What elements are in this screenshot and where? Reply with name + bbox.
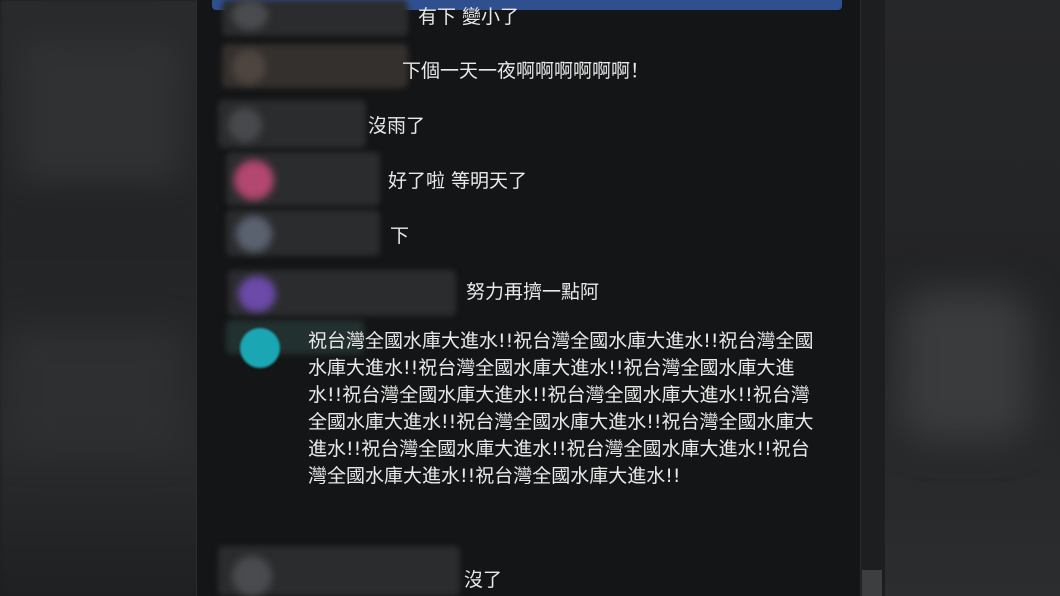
avatar[interactable] — [240, 328, 280, 368]
background-blur — [900, 290, 1030, 440]
chat-message: 好了啦 等明天了 — [388, 170, 528, 192]
chat-message: 努力再擠一點阿 — [466, 281, 600, 303]
scrollbar[interactable] — [860, 0, 885, 596]
background-right — [880, 0, 1060, 596]
chat-message: 有下 變小了 — [418, 6, 520, 28]
chat-message: 沒了 — [464, 569, 503, 591]
background-blur — [20, 40, 180, 180]
chat-message-long: 祝台灣全國水庫大進水!!祝台灣全國水庫大進水!!祝台灣全國水庫大進水!!祝台灣全… — [308, 330, 814, 487]
avatar[interactable] — [228, 108, 262, 142]
avatar[interactable] — [234, 160, 274, 200]
background-left — [0, 0, 200, 596]
avatar[interactable] — [238, 276, 276, 312]
background-blur — [10, 330, 180, 450]
chat-message: 下個一天一夜啊啊啊啊啊啊！ — [402, 60, 650, 82]
scrollbar-thumb[interactable] — [862, 570, 882, 596]
avatar[interactable] — [232, 556, 272, 596]
avatar[interactable] — [232, 50, 266, 84]
avatar[interactable] — [236, 216, 272, 252]
avatar[interactable] — [232, 0, 268, 30]
chat-message: 沒雨了 — [368, 115, 426, 137]
chat-message: 下 — [390, 225, 410, 247]
